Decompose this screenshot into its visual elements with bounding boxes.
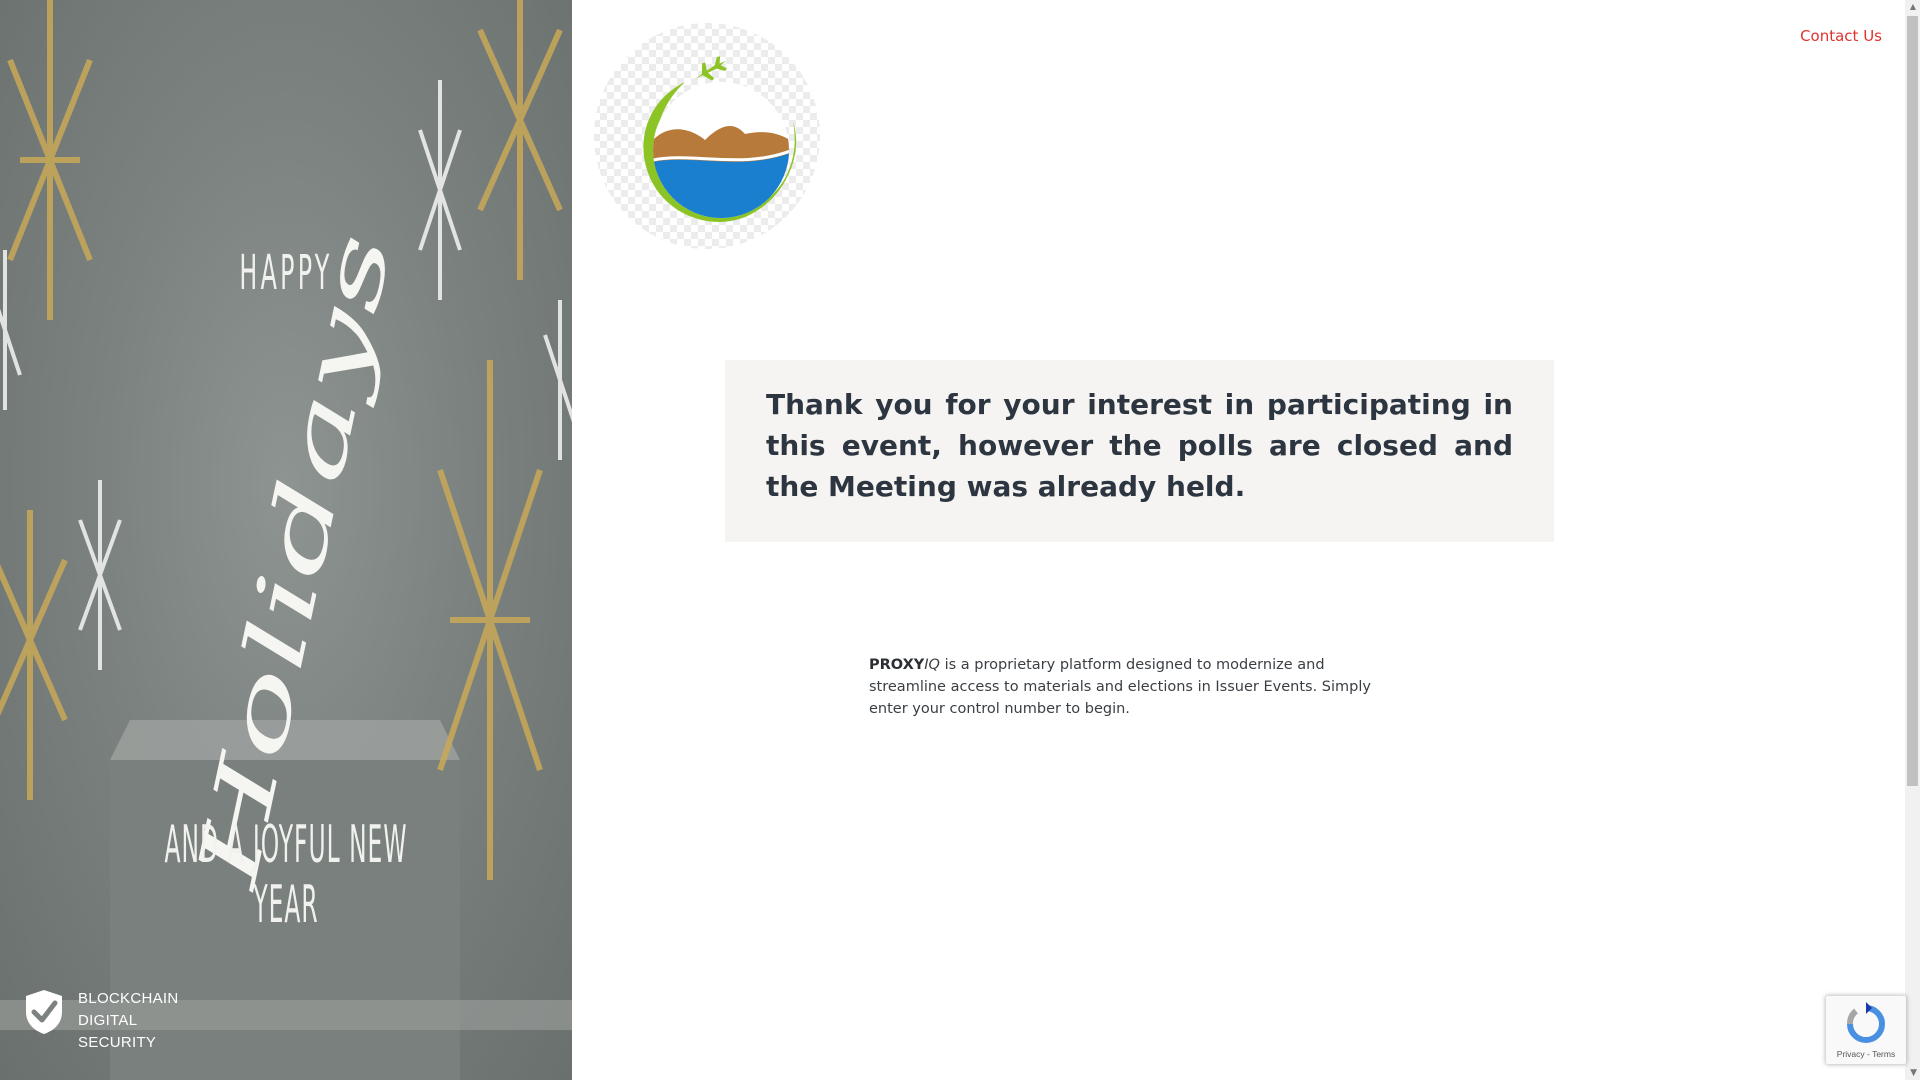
description-text: is a proprietary platform designed to mo… <box>869 657 1371 717</box>
blockchain-security-badge: BLOCKCHAIN DIGITAL SECURITY <box>24 988 179 1054</box>
polls-closed-notice: Thank you for your interest in participa… <box>725 360 1554 542</box>
scroll-up-arrow-icon[interactable]: ▲ <box>1910 2 1916 11</box>
recaptcha-privacy-link[interactable]: Privacy <box>1837 1049 1865 1059</box>
notice-message: Thank you for your interest in participa… <box>766 388 1513 503</box>
page-scrollbar[interactable]: ▲ ▼ <box>1905 0 1920 1080</box>
badge-line-1: BLOCKCHAIN <box>78 990 179 1007</box>
badge-line-2: DIGITAL <box>78 1012 138 1029</box>
recaptcha-separator: - <box>1864 1049 1873 1059</box>
platform-description: PROXYIQ is a proprietary platform design… <box>869 654 1389 720</box>
scroll-down-arrow-icon[interactable]: ▼ <box>1910 1068 1917 1078</box>
contact-us-link[interactable]: Contact Us <box>1800 27 1882 45</box>
badge-line-3: SECURITY <box>78 1034 157 1051</box>
scroll-thumb[interactable] <box>1907 16 1918 786</box>
brand-name-bold: PROXY <box>869 657 925 673</box>
new-year-text: AND A JOYFUL NEW YEAR <box>164 815 408 935</box>
recaptcha-icon <box>1847 1002 1885 1043</box>
company-logo <box>594 23 820 249</box>
recaptcha-terms-link[interactable]: Terms <box>1872 1049 1895 1059</box>
holiday-banner: HAPPY Holidays AND A JOYFUL NEW YEAR BLO… <box>0 0 572 1080</box>
recaptcha-badge[interactable]: Privacy - Terms <box>1826 996 1906 1064</box>
brand-name-italic: IQ <box>924 657 940 673</box>
shield-check-icon <box>26 990 62 1034</box>
